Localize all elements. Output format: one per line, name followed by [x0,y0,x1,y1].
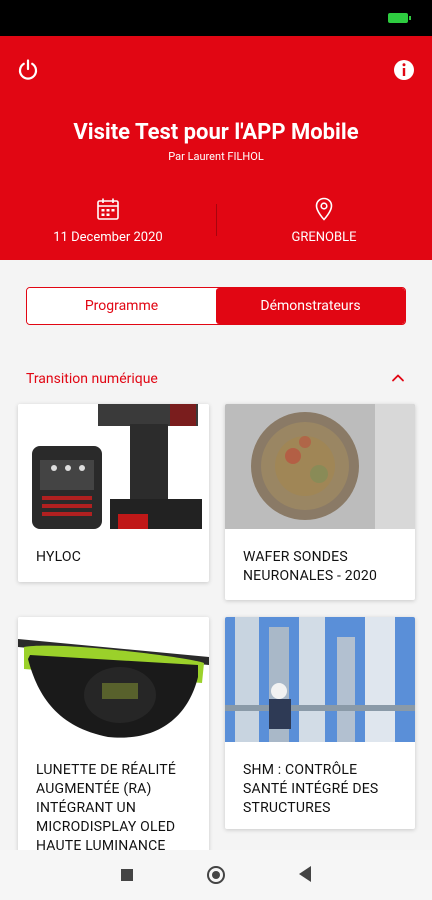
demo-card-lunette[interactable]: LUNETTE DE RÉALITÉ AUGMENTÉE (RA) INTÉGR… [18,617,209,857]
chevron-up-icon[interactable] [390,370,406,386]
demo-card-shm[interactable]: SHM : CONTRÔLE SANTÉ INTÉGRÉ DES STRUCTU… [225,617,415,829]
date-info: 11 December 2020 [0,196,216,245]
back-button[interactable] [299,866,311,882]
page-title: Visite Test pour l'APP Mobile [73,120,359,145]
location-pin-icon [315,197,333,221]
section-title: Transition numérique [26,371,158,387]
card-image [225,617,415,742]
info-icon[interactable] [392,58,416,82]
battery-icon [388,13,411,23]
card-image [18,404,209,529]
demo-card-wafer[interactable]: WAFER SONDES NEURONALES - 2020 [225,404,415,600]
card-title: LUNETTE DE RÉALITÉ AUGMENTÉE (RA) INTÉGR… [36,762,176,854]
event-header: Visite Test pour l'APP Mobile Par Lauren… [0,36,432,260]
page-subtitle: Par Laurent FILHOL [168,150,264,163]
segment-tabs: Programme Démonstrateurs [26,287,406,325]
section-header[interactable]: Transition numérique [26,368,406,388]
demo-card-hyloc[interactable]: HYLOC [18,404,209,582]
event-location: GRENOBLE [291,230,357,245]
card-title: HYLOC [36,549,82,565]
power-icon[interactable] [16,58,40,82]
card-image [225,404,415,529]
tab-programme[interactable]: Programme [27,288,216,324]
tab-demonstrateurs[interactable]: Démonstrateurs [216,288,405,324]
location-info: GRENOBLE [216,196,432,245]
recents-button[interactable] [121,869,133,881]
calendar-icon [97,198,119,220]
event-date: 11 December 2020 [53,230,163,245]
card-image [18,617,209,742]
home-button[interactable] [207,866,225,884]
card-title: SHM : CONTRÔLE SANTÉ INTÉGRÉ DES STRUCTU… [243,762,379,816]
card-title: WAFER SONDES NEURONALES - 2020 [243,549,378,584]
status-bar [0,0,432,36]
